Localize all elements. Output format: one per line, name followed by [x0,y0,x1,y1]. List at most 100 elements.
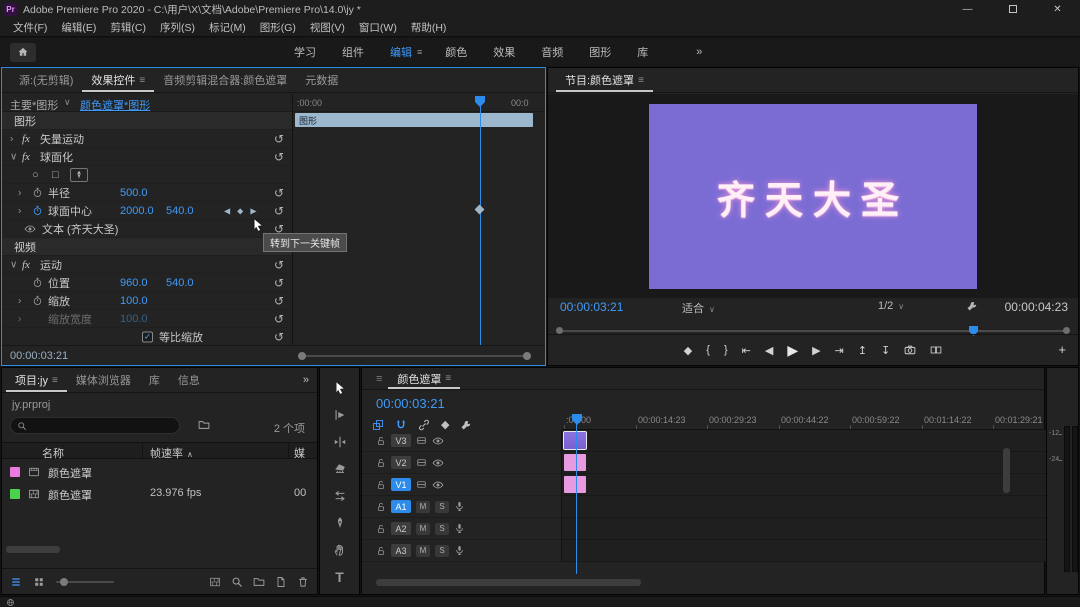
sync-lock-icon[interactable] [416,479,427,490]
workspace-tab-graphics[interactable]: 图形 [576,44,624,60]
lane-v3[interactable] [562,430,1046,452]
item-name[interactable]: 颜色遮罩 [48,487,92,503]
lane-v2[interactable] [562,452,1046,474]
position-x-value[interactable]: 960.0 [120,277,148,289]
eye-icon[interactable] [432,479,444,491]
lock-icon[interactable] [376,480,386,490]
workspace-tab-audio[interactable]: 音频 [528,44,576,60]
timeline-ruler[interactable]: :00:00 00:00:14:23 00:00:29:23 00:00:44:… [562,412,1046,430]
lane-a2[interactable] [562,518,1046,540]
nest-toggle-button[interactable] [372,418,384,430]
new-item-button[interactable] [275,575,287,587]
lock-icon[interactable] [376,546,386,556]
project-item-row[interactable]: 颜色遮罩 [2,461,317,483]
project-search-box[interactable] [10,417,180,434]
stopwatch-icon[interactable] [32,277,43,289]
settings-wrench-button[interactable] [966,300,978,312]
lane-a3[interactable] [562,540,1046,562]
effect-row-spherize[interactable]: ∨ fx 球面化 ↺ [2,148,292,166]
effect-row-motion[interactable]: ∨ fx 运动 ↺ [2,256,292,274]
workspace-tab-assembly[interactable]: 组件 [329,44,377,60]
column-divider[interactable] [142,443,143,458]
lock-icon[interactable] [376,524,386,534]
solo-button[interactable]: S [435,523,449,535]
lift-button[interactable]: ↥ [858,344,867,357]
home-button[interactable] [10,43,36,62]
add-marker-button[interactable]: ◆ [684,344,692,357]
tab-audio-clip-mixer[interactable]: 音频剪辑混合器:颜色遮罩 [154,68,296,92]
twirl-icon[interactable]: › [18,187,21,198]
prev-keyframe-button[interactable]: ◀ [224,206,230,215]
zoom-handle-left[interactable] [298,352,306,360]
delete-button[interactable] [297,575,309,587]
timeline-timecode[interactable]: 00:00:03:21 [376,396,445,411]
effect-group-graphics[interactable]: 图形 [2,112,292,130]
tab-effect-controls[interactable]: 效果控件≡ [82,68,154,92]
zoom-knob[interactable] [60,578,68,586]
scrubber-track[interactable] [562,330,1064,332]
eye-icon[interactable] [432,457,444,469]
search-input[interactable] [31,420,161,431]
graphic-clip[interactable] [564,432,586,449]
tab-info[interactable]: 信息 [169,368,209,392]
effect-row-vector-motion[interactable]: › fx 矢量运动 ↺ [2,130,292,148]
reset-icon[interactable]: ↺ [274,258,284,272]
master-clip-selector[interactable]: 主要*图形 [10,97,58,113]
position-y-value[interactable]: 540.0 [166,277,194,289]
sphere-center-x-value[interactable]: 2000.0 [120,205,154,217]
timeline-settings-button[interactable] [460,418,472,430]
keyframe-ruler[interactable]: :00:00 00:0 [293,94,545,112]
type-tool[interactable]: T [328,567,352,587]
tab-libraries[interactable]: 库 [140,368,169,392]
stopwatch-icon[interactable] [32,205,43,217]
reset-icon[interactable]: ↺ [274,294,284,308]
step-back-button[interactable]: ◀ [765,344,773,357]
ellipse-mask-button[interactable]: ○ [32,169,39,181]
next-keyframe-button[interactable]: ▶ [250,206,256,215]
snap-button[interactable] [395,418,407,430]
fx-badge-icon[interactable]: fx [22,259,30,271]
thumbnail-zoom-slider[interactable] [56,581,114,583]
track-target-v1[interactable]: V1 [391,478,411,491]
track-target-v3[interactable]: V3 [391,434,411,447]
minimize-button[interactable]: — [945,0,990,18]
menu-sequence[interactable]: 序列(S) [153,20,202,35]
stopwatch-icon[interactable] [32,187,43,199]
track-target-v2[interactable]: V2 [391,456,411,469]
track-target-a2[interactable]: A2 [391,522,411,535]
vertical-scrollbar[interactable] [1003,448,1010,493]
workspace-tab-libraries[interactable]: 库 [624,44,661,60]
step-forward-button[interactable]: ▶ [812,344,820,357]
mute-button[interactable]: M [416,523,430,535]
panel-menu-icon[interactable]: ≡ [52,375,58,386]
menu-window[interactable]: 窗口(W) [352,20,404,35]
solo-button[interactable]: S [435,545,449,557]
lock-icon[interactable] [376,436,386,446]
twirl-icon[interactable]: ∨ [10,151,17,162]
mute-button[interactable]: M [416,545,430,557]
horizontal-scrollbar[interactable] [376,579,641,586]
mic-icon[interactable] [454,523,465,534]
fx-badge-icon[interactable]: fx [22,151,30,163]
reset-icon[interactable]: ↺ [274,312,284,326]
close-button[interactable]: ✕ [1035,0,1080,18]
sphere-center-y-value[interactable]: 540.0 [166,205,194,217]
twirl-icon[interactable]: › [18,313,21,324]
column-divider[interactable] [288,443,289,458]
go-to-in-button[interactable]: ⇤ [742,344,751,357]
zoom-level-select[interactable]: 适合∨ [682,300,715,316]
panel-menu-icon[interactable]: ≡ [638,75,644,86]
twirl-icon[interactable]: › [10,133,13,144]
eye-icon[interactable] [24,222,36,234]
label-color-swatch[interactable] [10,489,20,499]
reset-icon[interactable]: ↺ [274,204,284,218]
audio-meters-panel[interactable]: -12 -24 [1046,367,1079,595]
uniform-scale-checkbox[interactable]: ✓ [142,331,153,342]
tab-sequence[interactable]: 颜色遮罩≡ [388,368,460,389]
scale-value[interactable]: 100.0 [120,295,148,307]
lane-a1[interactable] [562,496,1046,518]
ripple-edit-tool[interactable] [328,432,352,452]
radius-value[interactable]: 500.0 [120,187,148,199]
workspace-overflow-button[interactable]: » [696,46,702,58]
rect-mask-button[interactable]: □ [52,169,59,181]
